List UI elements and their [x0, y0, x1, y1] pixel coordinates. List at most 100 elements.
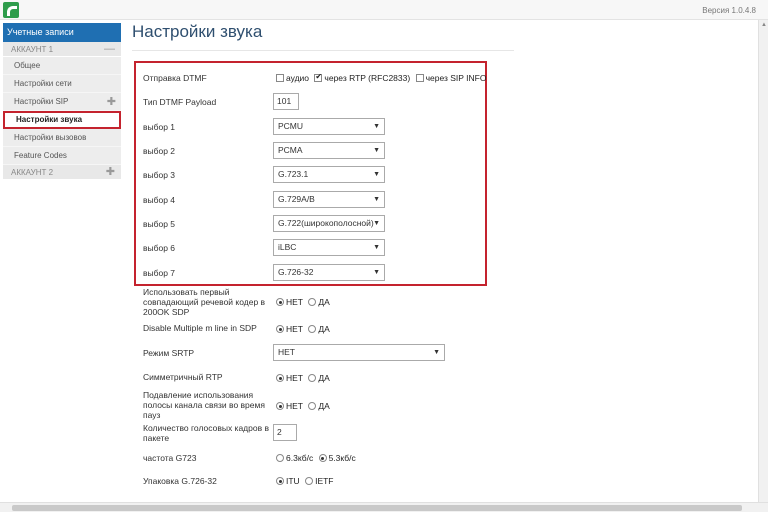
chevron-down-icon: ▼: [373, 196, 380, 203]
expand-icon[interactable]: ✚: [106, 165, 115, 180]
codec-4-select[interactable]: G.729A/B ▼: [273, 191, 385, 208]
codec-2-label: выбор 2: [143, 146, 176, 156]
first-codec-no-radio[interactable]: [276, 298, 284, 306]
dtmf-payload-input[interactable]: 101: [273, 93, 299, 110]
frames-label: Количество голосовых кадров в пакете: [143, 423, 269, 443]
chevron-down-icon: ▼: [373, 220, 380, 227]
multiple-m-yes-label: ДА: [318, 324, 330, 334]
srtp-value: НЕТ: [278, 347, 295, 357]
dtmf-options: аудио через RTP (RFC2833) через SIP INFO: [276, 72, 489, 83]
chevron-down-icon: ▼: [373, 244, 380, 251]
chevron-down-icon: ▼: [373, 147, 380, 154]
collapse-icon[interactable]: —: [104, 42, 115, 57]
multiple-m-no-label: НЕТ: [286, 324, 303, 334]
version-label: Версия 1.0.4.8: [702, 6, 756, 15]
silence-radios: НЕТ ДА: [276, 401, 333, 411]
chevron-down-icon: ▼: [433, 349, 440, 356]
dtmf-sip-label: через SIP INFO: [425, 73, 487, 83]
sym-rtp-yes-label: ДА: [318, 373, 330, 383]
multiple-m-label: Disable Multiple m line in SDP: [143, 323, 257, 333]
scroll-up-icon[interactable]: ▲: [761, 22, 767, 28]
codec-3-select[interactable]: G.723.1 ▼: [273, 166, 385, 183]
account-2-header[interactable]: АККАУНТ 2 ✚: [3, 165, 121, 180]
label-line: Подавление использования: [143, 390, 254, 400]
label-line: совпадающий речевой кодер в: [143, 297, 266, 307]
phone-logo-icon: [3, 2, 19, 18]
first-codec-radios: НЕТ ДА: [276, 297, 333, 307]
g726-ietf-radio[interactable]: [305, 477, 314, 485]
codec-7-select[interactable]: G.726-32 ▼: [273, 264, 385, 281]
first-codec-no-label: НЕТ: [286, 297, 303, 307]
codec-5-select[interactable]: G.722(широкополосной) ▼: [273, 215, 385, 232]
sym-rtp-yes-radio[interactable]: [308, 374, 317, 382]
horizontal-scroll-thumb[interactable]: [12, 505, 742, 511]
codec-7-label: выбор 7: [143, 268, 176, 278]
sidebar-item-feature-codes[interactable]: Feature Codes: [3, 147, 121, 165]
multiple-m-no-radio[interactable]: [276, 325, 284, 333]
g723-label: частота G723: [143, 453, 197, 463]
label-line: полосы канала связи во время: [143, 400, 265, 410]
first-codec-yes-label: ДА: [318, 297, 330, 307]
sidebar-header[interactable]: Учетные записи: [3, 23, 121, 42]
codec-2-value: PCMA: [278, 145, 303, 155]
codec-7-value: G.726-32: [278, 267, 314, 277]
first-codec-label: Использовать первый совпадающий речевой …: [143, 287, 265, 317]
g726-radios: ITU IETF: [276, 476, 337, 486]
dtmf-rtp-checkbox[interactable]: [314, 72, 323, 82]
sidebar: Учетные записи АККАУНТ 1 — Общее Настрой…: [3, 23, 121, 180]
codec-6-select[interactable]: iLBC ▼: [273, 239, 385, 256]
chevron-down-icon: ▼: [373, 123, 380, 130]
horizontal-scrollbar[interactable]: [0, 502, 768, 512]
sidebar-item-network[interactable]: Настройки сети: [3, 75, 121, 93]
silence-yes-radio[interactable]: [308, 402, 317, 410]
sym-rtp-radios: НЕТ ДА: [276, 373, 333, 383]
codec-5-value: G.722(широкополосной): [278, 218, 374, 228]
account-2-label: АККАУНТ 2: [11, 168, 54, 177]
account-1-header[interactable]: АККАУНТ 1 —: [3, 42, 121, 57]
codec-6-value: iLBC: [278, 242, 297, 252]
sym-rtp-no-label: НЕТ: [286, 373, 303, 383]
codec-1-select[interactable]: PCMU ▼: [273, 118, 385, 135]
dtmf-audio-checkbox[interactable]: [276, 74, 284, 82]
chevron-down-icon: ▼: [373, 171, 380, 178]
dtmf-rtp-label: через RTP (RFC2833): [324, 73, 411, 83]
codec-6-label: выбор 6: [143, 243, 176, 253]
first-codec-yes-radio[interactable]: [308, 298, 317, 306]
chevron-down-icon: ▼: [373, 269, 380, 276]
dtmf-sip-checkbox[interactable]: [415, 74, 424, 82]
title-divider: [132, 50, 514, 51]
sidebar-item-sip[interactable]: Настройки SIP ✚: [3, 93, 121, 111]
sidebar-item-audio[interactable]: Настройки звука: [3, 111, 121, 129]
codec-2-select[interactable]: PCMA ▼: [273, 142, 385, 159]
g726-itu-label: ITU: [286, 476, 300, 486]
label-line: 200OK SDP: [143, 307, 190, 317]
top-bar: Версия 1.0.4.8: [0, 0, 768, 20]
page-title: Настройки звука: [132, 22, 263, 41]
dtmf-audio-label: аудио: [286, 73, 310, 83]
sym-rtp-no-radio[interactable]: [276, 374, 284, 382]
g723-53-radio[interactable]: [318, 454, 327, 462]
g723-radios: 6.3кб/с 5.3кб/с: [276, 453, 359, 463]
sidebar-item-calls[interactable]: Настройки вызовов: [3, 129, 121, 147]
dtmf-payload-label: Тип DTMF Payload: [143, 97, 217, 107]
sidebar-item-general[interactable]: Общее: [3, 57, 121, 75]
silence-no-label: НЕТ: [286, 401, 303, 411]
srtp-label: Режим SRTP: [143, 348, 195, 358]
silence-no-radio[interactable]: [276, 402, 284, 410]
account-1-label: АККАУНТ 1: [11, 45, 54, 54]
srtp-select[interactable]: НЕТ ▼: [273, 344, 445, 361]
codec-4-label: выбор 4: [143, 195, 176, 205]
sym-rtp-label: Симметричный RTP: [143, 372, 223, 382]
frames-input[interactable]: 2: [273, 424, 297, 441]
dtmf-label: Отправка DTMF: [143, 73, 207, 83]
expand-icon[interactable]: ✚: [107, 93, 116, 111]
g726-itu-radio[interactable]: [276, 477, 284, 485]
codec-1-value: PCMU: [278, 121, 304, 131]
vertical-scrollbar[interactable]: ▲: [758, 20, 768, 502]
multiple-m-yes-radio[interactable]: [308, 325, 317, 333]
codec-1-label: выбор 1: [143, 122, 176, 132]
multiple-m-radios: НЕТ ДА: [276, 324, 333, 334]
silence-label: Подавление использования полосы канала с…: [143, 390, 265, 420]
label-line: пакете: [143, 433, 170, 443]
g723-63-radio[interactable]: [276, 454, 284, 462]
